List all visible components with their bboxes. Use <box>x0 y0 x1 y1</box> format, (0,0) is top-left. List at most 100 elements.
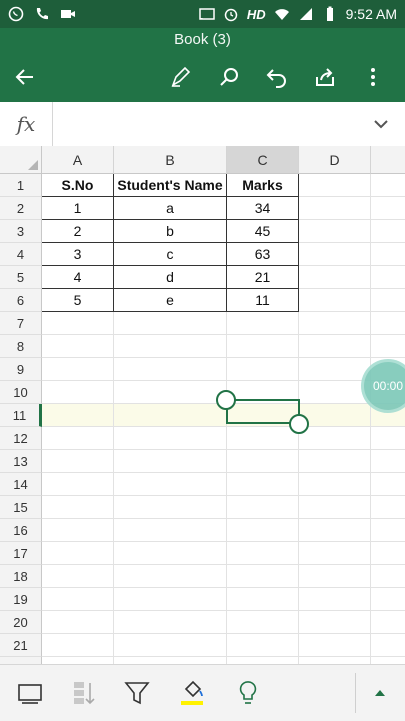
cell-c3[interactable]: 45 <box>227 220 299 243</box>
grid-cell[interactable] <box>299 404 371 427</box>
cell-a1[interactable]: S.No <box>42 174 114 197</box>
grid-cell[interactable] <box>371 220 405 243</box>
grid-cell[interactable] <box>114 588 227 611</box>
grid-cell[interactable] <box>227 611 299 634</box>
grid-cell[interactable] <box>227 542 299 565</box>
cell-a4[interactable]: 3 <box>42 243 114 266</box>
cell-c5[interactable]: 21 <box>227 266 299 289</box>
grid-cell[interactable] <box>114 404 227 427</box>
grid-cell[interactable] <box>114 496 227 519</box>
grid-cell[interactable] <box>371 450 405 473</box>
grid-cell[interactable] <box>371 266 405 289</box>
grid-cell[interactable] <box>299 588 371 611</box>
column-header-d[interactable]: D <box>299 146 371 174</box>
cell-c2[interactable]: 34 <box>227 197 299 220</box>
recording-timer-bubble[interactable]: 00:00 <box>364 362 405 410</box>
grid-cell[interactable] <box>299 266 371 289</box>
cell-b3[interactable]: b <box>114 220 227 243</box>
grid-cell[interactable] <box>114 473 227 496</box>
expand-ribbon-button[interactable] <box>364 677 396 709</box>
grid-cell[interactable] <box>299 542 371 565</box>
grid-cell[interactable] <box>299 197 371 220</box>
row-header[interactable]: 12 <box>0 427 42 450</box>
grid-cell[interactable] <box>114 450 227 473</box>
formula-input[interactable] <box>60 102 355 146</box>
row-header[interactable]: 17 <box>0 542 42 565</box>
grid-cell[interactable] <box>114 634 227 657</box>
grid-cell[interactable] <box>299 450 371 473</box>
grid-cell[interactable] <box>114 657 227 664</box>
grid-cell[interactable] <box>227 473 299 496</box>
row-header[interactable]: 8 <box>0 335 42 358</box>
grid-cell[interactable] <box>371 634 405 657</box>
grid-cell[interactable] <box>299 335 371 358</box>
grid-cell[interactable] <box>114 335 227 358</box>
grid-cell[interactable] <box>371 473 405 496</box>
column-header-e[interactable] <box>371 146 405 174</box>
cell-c6[interactable]: 11 <box>227 289 299 312</box>
grid-cell[interactable] <box>371 335 405 358</box>
grid-cell[interactable] <box>227 657 299 664</box>
grid-cell[interactable] <box>42 450 114 473</box>
grid-cell[interactable] <box>114 611 227 634</box>
grid-cell[interactable] <box>299 427 371 450</box>
grid-cell[interactable] <box>371 565 405 588</box>
grid-cell[interactable] <box>42 335 114 358</box>
cell-b1[interactable]: Student's Name <box>114 174 227 197</box>
grid-cell[interactable] <box>299 496 371 519</box>
grid-cell[interactable] <box>42 312 114 335</box>
chevron-down-icon[interactable] <box>371 114 391 134</box>
grid-cell[interactable] <box>299 611 371 634</box>
column-header-a[interactable]: A <box>42 146 114 174</box>
row-header[interactable]: 7 <box>0 312 42 335</box>
grid-cell[interactable] <box>42 611 114 634</box>
grid-cell[interactable] <box>42 496 114 519</box>
grid-cell[interactable] <box>114 519 227 542</box>
cell-c1[interactable]: Marks <box>227 174 299 197</box>
row-header[interactable]: 9 <box>0 358 42 381</box>
row-header[interactable]: 11 <box>0 404 42 427</box>
grid-cell[interactable] <box>299 473 371 496</box>
cell-b4[interactable]: c <box>114 243 227 266</box>
grid-cell[interactable] <box>299 174 371 197</box>
grid-cell[interactable] <box>42 427 114 450</box>
edit-button[interactable] <box>166 62 196 92</box>
grid-cell[interactable] <box>114 542 227 565</box>
grid-cell[interactable] <box>42 519 114 542</box>
grid-cell[interactable] <box>114 381 227 404</box>
filter-button[interactable] <box>121 677 153 709</box>
grid-cell[interactable] <box>227 450 299 473</box>
cell-b5[interactable]: d <box>114 266 227 289</box>
grid-cell[interactable] <box>371 197 405 220</box>
row-header[interactable]: 5 <box>0 266 42 289</box>
undo-button[interactable] <box>262 62 292 92</box>
grid-cell[interactable] <box>114 427 227 450</box>
grid-cell[interactable] <box>42 588 114 611</box>
cell-b6[interactable]: e <box>114 289 227 312</box>
grid-cell[interactable] <box>299 381 371 404</box>
row-header[interactable]: 18 <box>0 565 42 588</box>
search-button[interactable] <box>214 62 244 92</box>
column-header-c[interactable]: C <box>227 146 299 174</box>
row-header[interactable]: 4 <box>0 243 42 266</box>
back-button[interactable] <box>10 62 40 92</box>
grid-cell[interactable] <box>227 588 299 611</box>
grid-cell[interactable] <box>227 496 299 519</box>
grid-cell[interactable] <box>371 427 405 450</box>
row-header[interactable]: 16 <box>0 519 42 542</box>
row-header[interactable]: 14 <box>0 473 42 496</box>
fill-color-button[interactable] <box>176 677 208 709</box>
grid-cell[interactable] <box>371 174 405 197</box>
grid-cell[interactable] <box>227 565 299 588</box>
grid-cell[interactable] <box>371 657 405 664</box>
row-header[interactable]: 15 <box>0 496 42 519</box>
grid-cell[interactable] <box>371 611 405 634</box>
row-header[interactable]: 3 <box>0 220 42 243</box>
more-options-button[interactable] <box>358 62 388 92</box>
grid-cell[interactable] <box>42 473 114 496</box>
sort-button[interactable] <box>67 677 99 709</box>
row-header[interactable]: 2 <box>0 197 42 220</box>
grid-cell[interactable] <box>299 519 371 542</box>
slide-view-button[interactable] <box>14 677 46 709</box>
row-header[interactable]: 19 <box>0 588 42 611</box>
